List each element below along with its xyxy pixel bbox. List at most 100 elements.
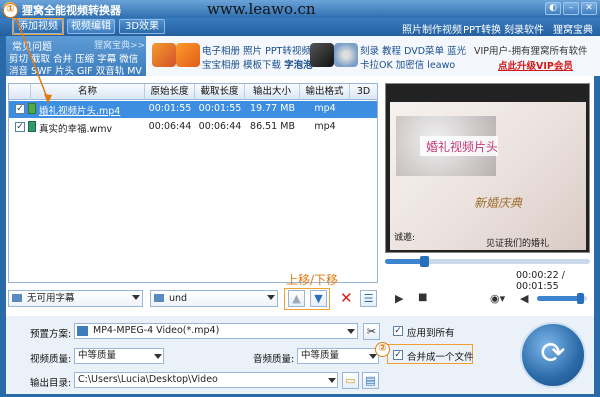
- row-output-format: mp4: [314, 103, 336, 114]
- output-label: 输出目录:: [30, 378, 72, 389]
- row-name: 真实的幸福.wmv: [39, 124, 113, 135]
- seek-bar[interactable]: [385, 256, 590, 267]
- faq-menu: 常见问题 狸窝宝典>> 剪切 截取 合并 压缩 字幕 微信 消音 SWF 片头 …: [6, 36, 146, 77]
- row-cut-length: 00:01:55: [198, 103, 242, 114]
- preset-value: MP4-MPEG-4 Video(*.mp4): [93, 325, 220, 336]
- link-burn[interactable]: 刻录软件: [504, 21, 544, 36]
- video-quality-select[interactable]: 中等质量: [74, 348, 164, 364]
- row-orig-length: 00:06:44: [148, 121, 192, 132]
- preview-subtitle: 新婚庆典: [474, 196, 523, 210]
- header-name[interactable]: 名称: [31, 84, 145, 100]
- audio-icon: [154, 294, 164, 302]
- link-ppt[interactable]: PPT转换: [463, 21, 501, 36]
- link-guide[interactable]: 狸窝宝典: [553, 21, 593, 36]
- banner-link[interactable]: 宝宝相册: [202, 60, 240, 71]
- output-path-field[interactable]: C:\Users\Lucia\Desktop\Video: [74, 372, 338, 388]
- chevron-down-icon[interactable]: [369, 354, 377, 359]
- banner-link[interactable]: 教程: [382, 46, 401, 57]
- banner-row-3: 刻录 教程 DVD菜单 蓝光: [360, 43, 466, 57]
- banner-link[interactable]: 模板下载: [243, 60, 281, 71]
- banner-link[interactable]: PPT转视频: [265, 46, 311, 57]
- album-icon: [152, 43, 176, 67]
- row-checkbox[interactable]: ✓: [15, 122, 25, 132]
- convert-button[interactable]: ⟳: [520, 322, 586, 388]
- volume-icon[interactable]: ◀: [520, 292, 528, 305]
- audio-track-value: und: [169, 293, 188, 304]
- snapshot-icon[interactable]: ◉▾: [490, 292, 505, 305]
- apply-all-label: 应用到所有: [407, 328, 455, 339]
- stop-icon[interactable]: ■: [418, 292, 427, 303]
- banner-link[interactable]: DVD菜单: [404, 46, 444, 57]
- video-quality-label: 视频质量:: [30, 354, 72, 365]
- list-icon[interactable]: ☰: [360, 290, 377, 307]
- subtitle-select[interactable]: 无可用字幕: [8, 290, 143, 307]
- row-output-size: 19.77 MB: [250, 103, 295, 114]
- browse-folder-icon[interactable]: ▤: [362, 372, 379, 389]
- chevron-down-icon[interactable]: [328, 378, 336, 383]
- banner-link[interactable]: 刻录: [360, 46, 379, 57]
- tab-3d-effect[interactable]: 3D效果: [119, 19, 165, 34]
- promo-banner: 电子相册 照片 PPT转视频 宝宝相册 模板下载 字泡泡 刻录 教程 DVD菜单…: [146, 36, 600, 76]
- merge-checkbox[interactable]: ✓: [393, 350, 403, 360]
- app-title: 狸窝全能视频转换器: [22, 4, 121, 17]
- audio-quality-select[interactable]: 中等质量: [297, 348, 379, 364]
- banner-link[interactable]: 卡拉OK: [360, 60, 393, 71]
- table-row[interactable]: ✓ 真实的幸福.wmv 00:06:44 00:06:44 86.51 MB m…: [9, 119, 377, 136]
- play-icon[interactable]: ▶: [395, 292, 403, 305]
- menu-guide-link[interactable]: 狸窝宝典>>: [94, 38, 145, 51]
- header-check: [9, 84, 31, 100]
- banner-link[interactable]: 字泡泡: [284, 60, 313, 71]
- file-table: 名称 原始长度 截取长度 输出大小 输出格式 3D ✓ 婚礼视频片头.mp4 0…: [8, 83, 378, 283]
- banner-link[interactable]: 照片: [243, 46, 262, 57]
- move-down-button[interactable]: ▼: [310, 290, 327, 307]
- settings-tools-icon[interactable]: ✂: [363, 323, 380, 340]
- vip-upgrade-link[interactable]: 点此升级VIP会员: [498, 58, 573, 72]
- move-up-button[interactable]: ▲: [288, 290, 305, 307]
- chevron-down-icon[interactable]: [347, 329, 355, 334]
- open-folder-icon[interactable]: ▭: [342, 372, 359, 389]
- row-orig-length: 00:01:55: [148, 103, 192, 114]
- header-output-size[interactable]: 输出大小: [245, 84, 300, 100]
- ppt-icon: [176, 43, 200, 67]
- annotation-2: ②: [375, 342, 390, 357]
- banner-link[interactable]: leawo: [427, 60, 455, 71]
- seek-thumb[interactable]: [419, 256, 429, 267]
- tab-video-edit[interactable]: 视频编辑: [67, 19, 115, 34]
- audio-quality-value: 中等质量: [301, 350, 340, 361]
- audio-quality-label: 音频质量:: [253, 354, 295, 365]
- preview-panel: 婚礼视频片头 新婚庆典 诚邀: 见证我们的婚礼: [385, 83, 590, 253]
- chevron-down-icon[interactable]: [154, 354, 162, 359]
- film-icon: [310, 43, 334, 67]
- volume-fill: [537, 296, 580, 301]
- add-video-highlight: [12, 18, 64, 35]
- preset-select[interactable]: MP4-MPEG-4 Video(*.mp4): [74, 323, 358, 339]
- move-annotation: 上移/下移: [286, 273, 339, 287]
- banner-link[interactable]: 蓝光: [447, 46, 466, 57]
- table-row[interactable]: ✓ 婚礼视频片头.mp4 00:01:55 00:01:55 19.77 MB …: [9, 101, 377, 118]
- delete-icon[interactable]: ✕: [340, 289, 353, 307]
- header-orig-length[interactable]: 原始长度: [145, 84, 195, 100]
- video-quality-value: 中等质量: [78, 350, 117, 361]
- header-cut-length[interactable]: 截取长度: [195, 84, 245, 100]
- header-output-format[interactable]: 输出格式: [300, 84, 350, 100]
- header-3d[interactable]: 3D: [350, 84, 377, 100]
- banner-row-1: 电子相册 照片 PPT转视频: [202, 43, 311, 57]
- format-icon: [77, 326, 88, 336]
- row-checkbox[interactable]: ✓: [15, 104, 25, 114]
- volume-thumb[interactable]: [576, 293, 584, 304]
- banner-link[interactable]: 加密信: [396, 60, 425, 71]
- video-file-icon: [28, 103, 36, 114]
- apply-all-checkbox[interactable]: ✓: [393, 326, 403, 336]
- preview-caption-right: 见证我们的婚礼: [486, 239, 550, 249]
- link-photo-video[interactable]: 照片制作视频: [402, 21, 462, 36]
- minimize-button[interactable]: –: [563, 2, 579, 15]
- row-output-size: 86.51 MB: [250, 121, 295, 132]
- volume-slider[interactable]: [537, 293, 587, 304]
- time-readout: 00:00:22 / 00:01:55: [516, 270, 565, 292]
- close-button[interactable]: ✕: [581, 2, 597, 15]
- menu-row-2: 消音 SWF 片头 GIF 双音轨 MV: [9, 63, 142, 77]
- row-cut-length: 00:06:44: [198, 121, 242, 132]
- skin-icon[interactable]: ◐: [545, 2, 561, 15]
- audio-track-select[interactable]: und: [150, 290, 278, 307]
- banner-link[interactable]: 电子相册: [202, 46, 240, 57]
